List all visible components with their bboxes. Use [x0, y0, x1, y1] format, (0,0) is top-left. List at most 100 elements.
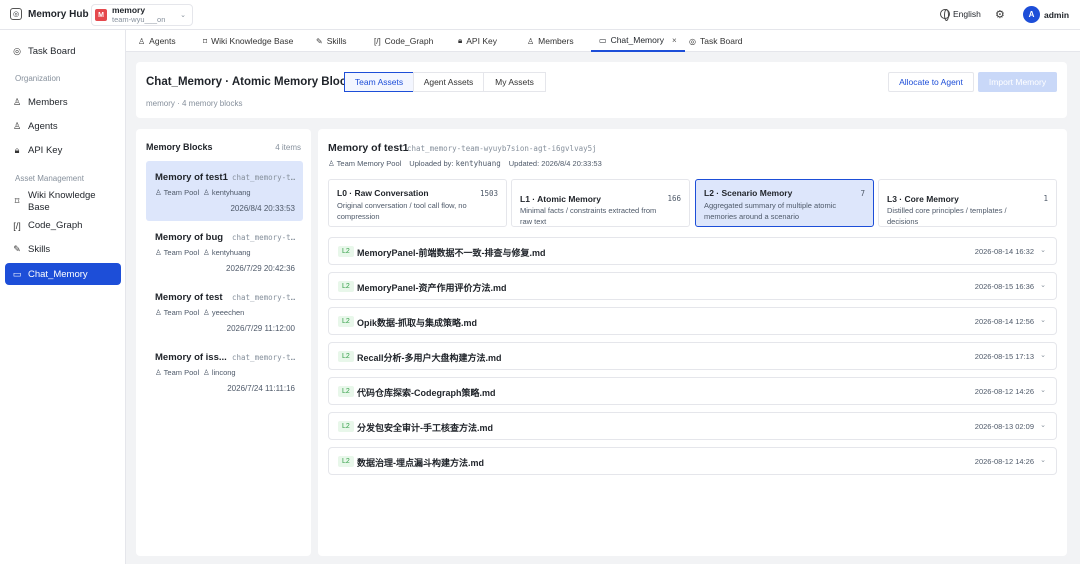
sidebar-section-asset-management: Asset Management — [15, 174, 84, 183]
chevron-down-icon[interactable]: ⌄ — [1040, 246, 1046, 254]
level-name: L2 · Scenario Memory — [704, 188, 793, 198]
team-switcher[interactable]: M memory team-wyu___on ⌄ — [91, 4, 193, 26]
chevron-down-icon[interactable]: ⌄ — [1040, 386, 1046, 394]
tab-code-graph[interactable]: [/] Code_Graph — [374, 30, 433, 52]
tab-wiki[interactable]: ⌑ Wiki Knowledge Base — [203, 30, 293, 52]
page-title: Chat_Memory · Atomic Memory Blocks — [146, 76, 360, 88]
sidebar-item-chat-memory[interactable]: ▭ Chat_Memory — [5, 263, 121, 285]
tab-chat-memory[interactable]: ▭ Chat_Memory × — [591, 30, 685, 52]
team-badge: M — [95, 9, 107, 21]
detail-meta: ♙ Team Memory Pool Uploaded by: kentyhua… — [328, 159, 602, 168]
globe-icon — [940, 9, 950, 21]
tab-agents[interactable]: ♙ Agents — [138, 30, 176, 52]
level-name: L3 · Core Memory — [887, 194, 959, 204]
chevron-down-icon: ⌄ — [180, 12, 186, 19]
memory-doc-row[interactable]: L2 Opik数据-抓取与集成策略.md 2026-08-14 12:56 ⌄ — [328, 307, 1057, 335]
doc-title: MemoryPanel-前端数据不一致-排查与修复.md — [357, 248, 546, 258]
user-label: lincong — [211, 368, 236, 377]
doc-title: Recall分析-多用户大盘构建方法.md — [357, 353, 502, 363]
chat-icon: ▭ — [12, 268, 22, 279]
memory-block-date: 2026/8/4 20:33:53 — [230, 204, 295, 213]
tab-label: Code_Graph — [384, 36, 434, 46]
doc-date: 2026-08-15 16:36 — [974, 282, 1034, 291]
chevron-down-icon[interactable]: ⌄ — [1040, 351, 1046, 359]
chat-icon: ▭ — [599, 35, 607, 45]
agent-assets-toggle[interactable]: Agent Assets — [413, 72, 484, 92]
chevron-down-icon[interactable]: ⌄ — [1040, 281, 1046, 289]
skills-icon: ✎ — [13, 244, 21, 254]
users-icon: ♙ — [155, 248, 164, 257]
doc-date: 2026-08-13 02:09 — [974, 422, 1034, 431]
level-card-l1[interactable]: L1 · Atomic Memory 166 Minimal facts / c… — [511, 179, 690, 227]
memory-blocks-count: 4 items — [275, 143, 301, 152]
sidebar-item-members[interactable]: ♙ Members — [5, 97, 121, 108]
memory-block-id: chat_memory-team-wyuyb7sion-agt-i6gvlvay… — [232, 173, 298, 182]
tab-label: Agents — [149, 36, 176, 46]
tab-task-board[interactable]: ◎ Task Board — [689, 30, 743, 52]
user-name[interactable]: admin — [1044, 10, 1069, 20]
import-memory-button[interactable]: Import Memory — [978, 72, 1057, 92]
sidebar-item-agents[interactable]: ♙ Agents — [5, 121, 121, 132]
sidebar-item-skills[interactable]: ✎ Skills — [5, 244, 121, 255]
memory-block-id: chat_memory-team-wyuyb7sion-agt — [232, 353, 298, 362]
user-icon: ♙ — [203, 368, 212, 377]
sidebar-item-wiki[interactable]: ⌑ Wiki Knowledge Base — [5, 190, 121, 214]
memory-doc-row[interactable]: L2 MemoryPanel-前端数据不一致-排查与修复.md 2026-08-… — [328, 237, 1057, 265]
users-icon: ♙ — [138, 36, 146, 46]
tab-members[interactable]: ♙ Members — [527, 30, 574, 52]
memory-doc-row[interactable]: L2 数据治理-埋点漏斗构建方法.md 2026-08-12 14:26 ⌄ — [328, 447, 1057, 475]
doc-title: 分发包安全审计-手工核查方法.md — [357, 423, 493, 433]
skills-icon: ✎ — [316, 36, 323, 46]
allocate-to-agent-button[interactable]: Allocate to Agent — [888, 72, 974, 92]
sidebar-item-label: Skills — [28, 244, 51, 255]
sidebar-item-label: API Key — [28, 145, 63, 156]
chevron-down-icon[interactable]: ⌄ — [1040, 316, 1046, 324]
tab-label: Task Board — [699, 36, 743, 46]
sidebar-item-code-graph[interactable]: [/] Code_Graph — [5, 220, 121, 231]
sidebar-item-label: Task Board — [28, 46, 76, 57]
memory-block-item[interactable]: Memory of test1 chat_memory-team-wyuyb7s… — [146, 161, 303, 221]
gear-icon[interactable]: ⚙ — [995, 8, 1005, 21]
my-assets-toggle[interactable]: My Assets — [483, 72, 546, 92]
memory-doc-row[interactable]: L2 MemoryPanel-资产作用评价方法.md 2026-08-15 16… — [328, 272, 1057, 300]
level-tag: L2 — [338, 351, 354, 362]
memory-block-date: 2026/7/24 11:11:16 — [227, 384, 295, 393]
level-card-l3[interactable]: L3 · Core Memory 1 Distilled core princi… — [878, 179, 1057, 227]
detail-uploader: Uploaded by: kentyhuang — [409, 159, 500, 168]
level-card-l0[interactable]: L0 · Raw Conversation 1503 Original conv… — [328, 179, 507, 227]
level-count: 1503 — [479, 189, 498, 198]
memory-block-item[interactable]: Memory of iss... chat_memory-team-wyuyb7… — [146, 341, 303, 401]
team-assets-toggle[interactable]: Team Assets — [344, 72, 414, 92]
top-bar: ◎ Memory Hub M memory team-wyu___on ⌄ En… — [0, 0, 1080, 30]
memory-block-user: ♙ kentyhuang — [203, 248, 251, 257]
level-tag: L2 — [338, 316, 354, 327]
sidebar-item-task-board[interactable]: ◎ Task Board — [5, 46, 121, 57]
pool-label: Team Pool — [163, 368, 200, 377]
memory-hub-logo-icon: ◎ — [10, 8, 22, 20]
doc-date: 2026-08-12 14:26 — [974, 387, 1034, 396]
chevron-down-icon[interactable]: ⌄ — [1040, 421, 1046, 429]
memory-block-date: 2026/7/29 20:42:36 — [226, 264, 295, 273]
tab-skills[interactable]: ✎ Skills — [316, 30, 347, 52]
chevron-down-icon[interactable]: ⌄ — [1040, 456, 1046, 464]
memory-doc-row[interactable]: L2 代码仓库探索-Codegraph策略.md 2026-08-12 14:2… — [328, 377, 1057, 405]
memory-block-pool: ♙ Team Pool — [155, 248, 199, 257]
users-icon: ♙ — [155, 188, 164, 197]
language-switcher[interactable]: English — [940, 9, 981, 21]
sidebar-item-api-key[interactable]: 🔒︎ API Key — [5, 145, 121, 156]
avatar[interactable]: A — [1023, 6, 1040, 23]
brand[interactable]: ◎ Memory Hub — [10, 8, 89, 20]
memory-block-item[interactable]: Memory of test chat_memory-team-wyuyb7si… — [146, 281, 303, 341]
memory-block-user: ♙ yeeechen — [203, 308, 244, 317]
close-icon[interactable]: × — [672, 36, 677, 45]
tab-api-key[interactable]: 🔒︎ API Key — [458, 30, 497, 52]
user-label: kentyhuang — [211, 248, 251, 257]
level-card-l2[interactable]: L2 · Scenario Memory 7 Aggregated summar… — [695, 179, 874, 227]
detail-updated: Updated: 2026/8/4 20:33:53 — [509, 159, 602, 168]
updated-label: Updated: — [508, 159, 540, 168]
memory-doc-row[interactable]: L2 分发包安全审计-手工核查方法.md 2026-08-13 02:09 ⌄ — [328, 412, 1057, 440]
level-count: 166 — [667, 194, 681, 203]
memory-doc-row[interactable]: L2 Recall分析-多用户大盘构建方法.md 2026-08-15 17:1… — [328, 342, 1057, 370]
level-tag: L2 — [338, 246, 354, 257]
memory-block-item[interactable]: Memory of bug chat_memory-team-wyuyb7sio… — [146, 221, 303, 281]
